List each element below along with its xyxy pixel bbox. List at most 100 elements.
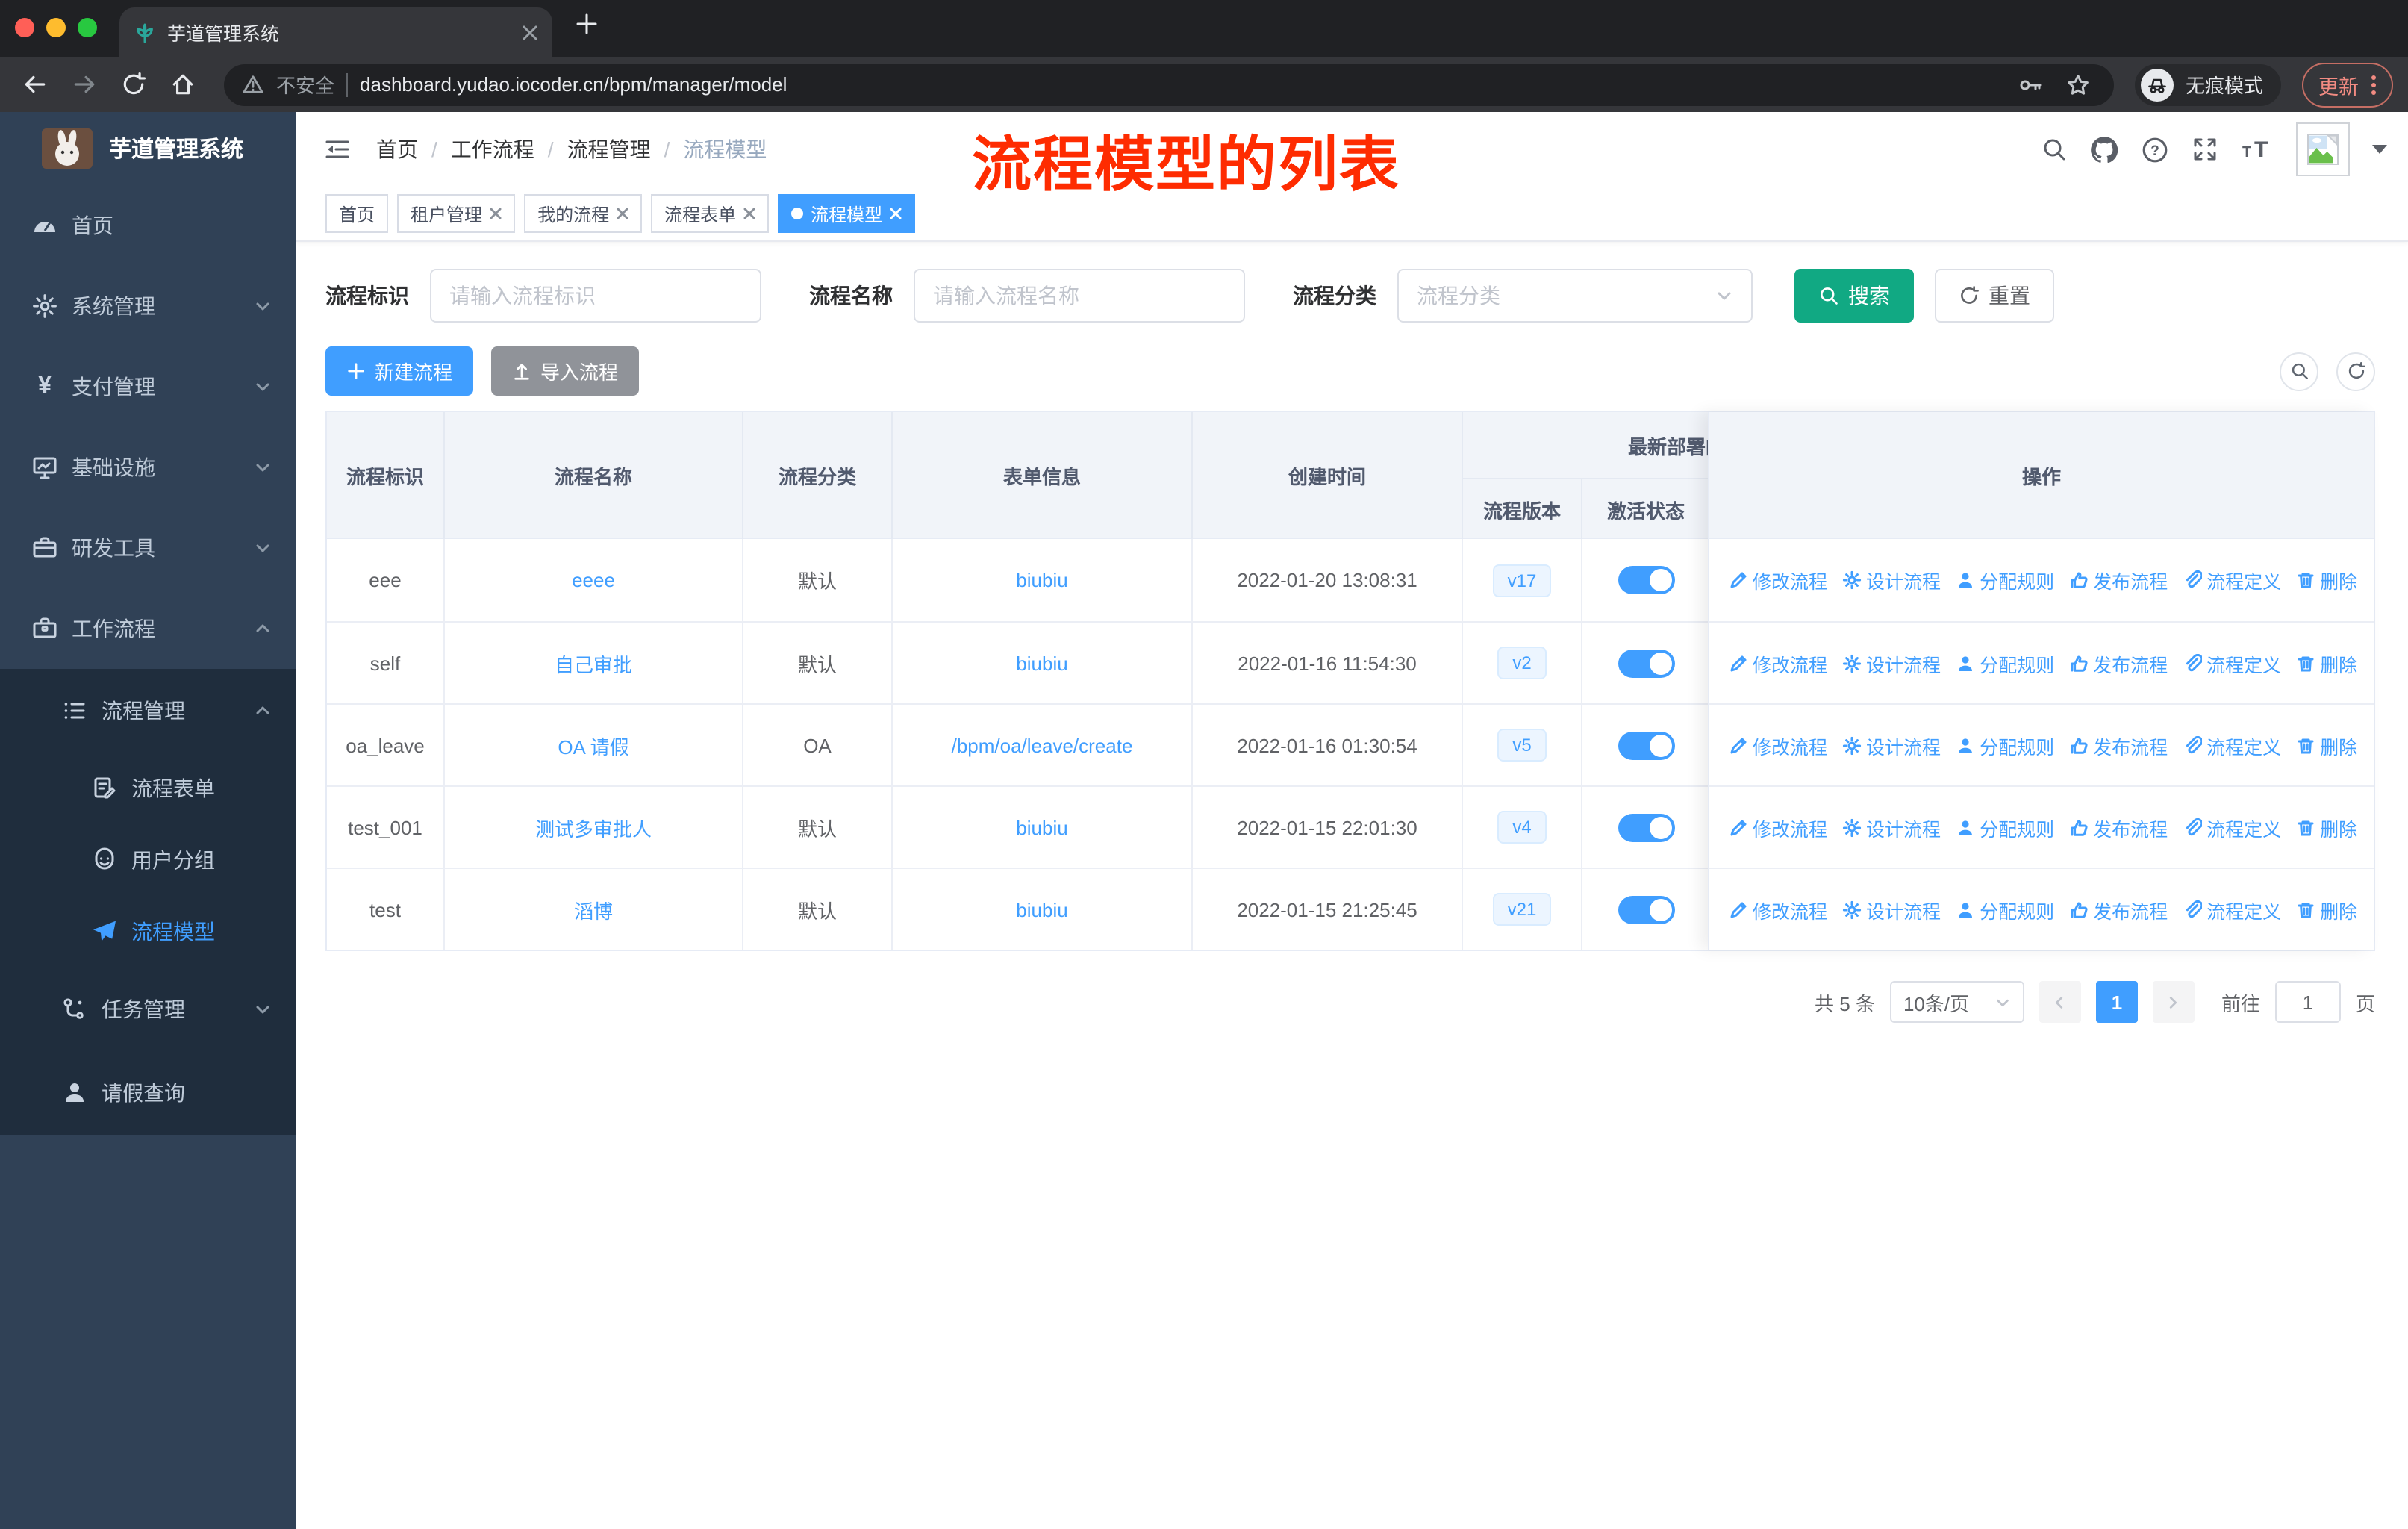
prev-page-button[interactable] [2039,981,2081,1023]
breadcrumb-home[interactable]: 首页 [376,134,418,164]
assign-rule-link[interactable]: 分配规则 [1956,895,2054,924]
form-info-link[interactable]: biubiu [1016,898,1067,921]
url-bar[interactable]: 不安全 dashboard.yudao.iocoder.cn/bpm/manag… [224,63,2114,105]
url-text[interactable]: dashboard.yudao.iocoder.cn/bpm/manager/m… [360,73,2000,96]
process-definition-link[interactable]: 流程定义 [2183,649,2281,677]
edit-process-link[interactable]: 修改流程 [1729,731,1827,759]
form-info-link[interactable]: /bpm/oa/leave/create [952,734,1133,756]
assign-rule-link[interactable]: 分配规则 [1956,649,2054,677]
assign-rule-link[interactable]: 分配规则 [1956,731,2054,759]
reset-button[interactable]: 重置 [1935,269,2054,323]
close-icon[interactable] [617,208,628,219]
design-process-link[interactable]: 设计流程 [1842,895,1941,924]
form-info-link[interactable]: biubiu [1016,816,1067,838]
active-toggle[interactable] [1618,731,1674,759]
reload-icon[interactable] [113,72,154,97]
update-label[interactable]: 更新 [2318,69,2359,99]
refresh-icon[interactable] [2336,352,2375,390]
tag-my-process[interactable]: 我的流程 [524,194,643,233]
filter-name-input[interactable] [914,269,1245,323]
delete-link[interactable]: 删除 [2296,813,2357,841]
publish-process-link[interactable]: 发布流程 [2069,731,2168,759]
text-size-icon[interactable]: TT [2241,136,2274,163]
version-badge[interactable]: v17 [1492,564,1552,597]
edit-process-link[interactable]: 修改流程 [1729,566,1827,594]
process-name-link[interactable]: 滔博 [574,895,613,924]
close-icon[interactable] [743,208,755,219]
design-process-link[interactable]: 设计流程 [1842,566,1941,594]
tag-home[interactable]: 首页 [325,194,389,233]
form-info-link[interactable]: biubiu [1016,652,1067,674]
active-toggle[interactable] [1618,566,1674,594]
sidebar-item-leave-query[interactable]: 请假查询 [0,1051,296,1135]
version-badge[interactable]: v4 [1497,811,1547,844]
back-icon[interactable] [15,72,55,97]
sidebar-item-workflow[interactable]: 工作流程 [0,588,296,669]
forward-icon[interactable] [64,72,105,97]
delete-link[interactable]: 删除 [2296,566,2357,594]
browser-tab[interactable]: 芋道管理系统 [119,7,552,57]
design-process-link[interactable]: 设计流程 [1842,649,1941,677]
edit-process-link[interactable]: 修改流程 [1729,895,1827,924]
publish-process-link[interactable]: 发布流程 [2069,649,2168,677]
close-icon[interactable] [890,208,902,219]
goto-page-input[interactable] [2274,981,2341,1023]
edit-process-link[interactable]: 修改流程 [1729,813,1827,841]
process-name-link[interactable]: 测试多审批人 [535,813,652,841]
design-process-link[interactable]: 设计流程 [1842,813,1941,841]
process-definition-link[interactable]: 流程定义 [2183,731,2281,759]
assign-rule-link[interactable]: 分配规则 [1956,566,2054,594]
process-name-link[interactable]: OA 请假 [558,731,628,759]
key-icon[interactable] [2012,72,2048,96]
publish-process-link[interactable]: 发布流程 [2069,895,2168,924]
delete-link[interactable]: 删除 [2296,731,2357,759]
delete-link[interactable]: 删除 [2296,895,2357,924]
delete-link[interactable]: 删除 [2296,649,2357,677]
maximize-window-button[interactable] [78,18,97,37]
version-badge[interactable]: v2 [1497,647,1547,679]
active-toggle[interactable] [1618,895,1674,924]
version-badge[interactable]: v21 [1492,893,1552,926]
sidebar-item-process-mgmt[interactable]: 流程管理 [0,669,296,753]
active-toggle[interactable] [1618,649,1674,677]
process-definition-link[interactable]: 流程定义 [2183,813,2281,841]
close-window-button[interactable] [15,18,34,37]
breadcrumb-process-mgmt[interactable]: 流程管理 [567,134,651,164]
github-icon[interactable] [2090,135,2118,164]
close-icon[interactable] [490,208,502,219]
star-icon[interactable] [2060,72,2096,96]
new-tab-button[interactable] [575,12,599,36]
sidebar-item-system[interactable]: 系统管理 [0,266,296,346]
browser-menu-icon[interactable] [2371,72,2377,96]
design-process-link[interactable]: 设计流程 [1842,731,1941,759]
page-size-select[interactable]: 10条/页 [1889,981,2024,1023]
process-name-link[interactable]: 自己审批 [555,649,632,677]
next-page-button[interactable] [2152,981,2195,1023]
active-toggle[interactable] [1618,813,1674,841]
window-controls[interactable] [15,18,97,37]
create-process-button[interactable]: 新建流程 [325,346,474,396]
question-icon[interactable]: ? [2141,135,2169,164]
fullscreen-icon[interactable] [2192,136,2218,163]
avatar[interactable] [2296,122,2350,176]
publish-process-link[interactable]: 发布流程 [2069,566,2168,594]
update-button[interactable]: 更新 [2302,62,2393,107]
sidebar-item-process-model[interactable]: 流程模型 [0,896,296,968]
sidebar-item-infrastructure[interactable]: 基础设施 [0,427,296,508]
sidebar-item-task-mgmt[interactable]: 任务管理 [0,968,296,1051]
sidebar-item-devtools[interactable]: 研发工具 [0,508,296,588]
breadcrumb-workflow[interactable]: 工作流程 [451,134,534,164]
import-process-button[interactable]: 导入流程 [491,346,640,396]
process-definition-link[interactable]: 流程定义 [2183,895,2281,924]
sidebar-item-process-form[interactable]: 流程表单 [0,753,296,824]
current-page[interactable]: 1 [2095,981,2138,1023]
filter-category-select[interactable]: 流程分类 [1397,269,1753,323]
chevron-down-icon[interactable] [2372,145,2387,154]
app-logo[interactable]: 芋道管理系统 [0,112,296,185]
process-definition-link[interactable]: 流程定义 [2183,566,2281,594]
form-info-link[interactable]: biubiu [1016,569,1067,591]
tag-process-form[interactable]: 流程表单 [651,194,770,233]
search-button[interactable]: 搜索 [1794,269,1914,323]
sidebar-item-home[interactable]: 首页 [0,185,296,266]
edit-process-link[interactable]: 修改流程 [1729,649,1827,677]
